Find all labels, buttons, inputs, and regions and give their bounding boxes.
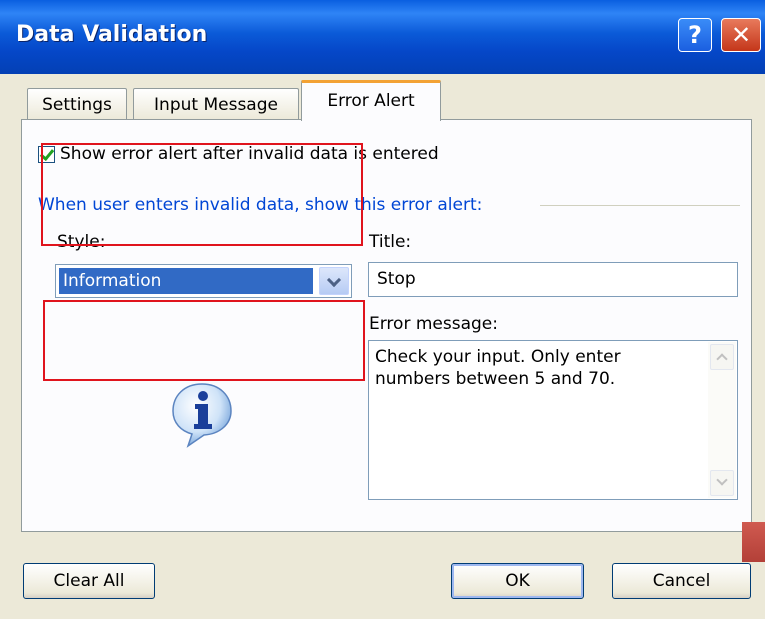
information-icon bbox=[172, 383, 232, 448]
clear-all-button[interactable]: Clear All bbox=[23, 563, 155, 599]
error-message-input[interactable]: Check your input. Only enter numbers bet… bbox=[368, 340, 738, 500]
scroll-up-icon[interactable] bbox=[710, 344, 734, 370]
tab-error-alert[interactable]: Error Alert bbox=[301, 80, 441, 121]
data-validation-dialog: Data Validation ? ✕ Settings Input Messa… bbox=[0, 0, 765, 619]
help-icon[interactable]: ? bbox=[678, 18, 712, 52]
dialog-title: Data Validation bbox=[16, 22, 208, 47]
show-error-alert-checkbox[interactable] bbox=[38, 146, 55, 163]
tab-strip: Settings Input Message Error Alert bbox=[0, 74, 765, 121]
title-input[interactable]: Stop bbox=[368, 262, 738, 297]
group-label: When user enters invalid data, show this… bbox=[38, 195, 489, 215]
title-label: Title: bbox=[369, 232, 412, 252]
style-selected-value: Information bbox=[59, 268, 313, 294]
side-tab bbox=[742, 522, 765, 562]
tab-settings[interactable]: Settings bbox=[27, 88, 127, 120]
ok-button[interactable]: OK bbox=[451, 563, 584, 599]
group-divider bbox=[540, 205, 740, 206]
scroll-down-icon[interactable] bbox=[710, 470, 734, 496]
error-message-label: Error message: bbox=[369, 314, 498, 334]
close-icon[interactable]: ✕ bbox=[721, 18, 761, 52]
chevron-down-icon[interactable] bbox=[319, 267, 349, 295]
cancel-button[interactable]: Cancel bbox=[612, 563, 751, 599]
style-label: Style: bbox=[57, 232, 106, 252]
message-scrollbar[interactable] bbox=[708, 342, 736, 498]
title-bar[interactable]: Data Validation ? ✕ bbox=[0, 0, 765, 74]
error-message-text: Check your input. Only enter numbers bet… bbox=[375, 347, 621, 389]
tab-input-message[interactable]: Input Message bbox=[133, 88, 299, 120]
style-select[interactable]: Information bbox=[55, 264, 352, 298]
show-error-alert-label[interactable]: Show error alert after invalid data is e… bbox=[60, 144, 439, 164]
